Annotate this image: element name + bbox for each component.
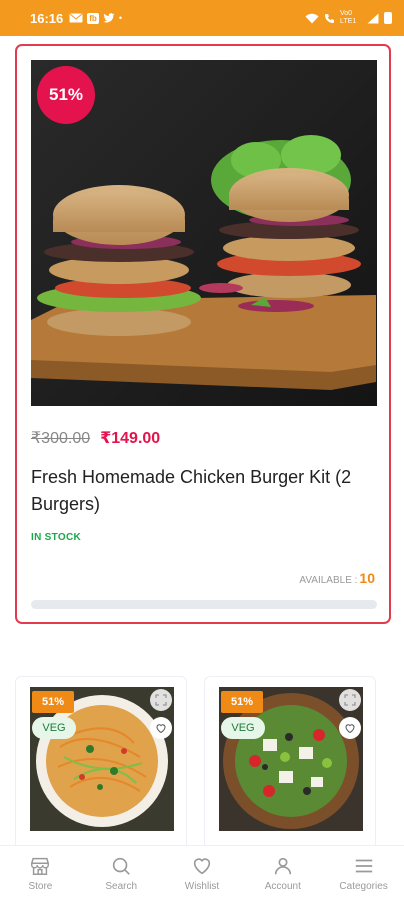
- nav-store[interactable]: Store: [0, 846, 81, 900]
- call-icon: [325, 13, 334, 23]
- expand-button[interactable]: [339, 689, 361, 711]
- availability-progress-bar: [31, 600, 377, 609]
- nav-categories[interactable]: Categories: [323, 846, 404, 900]
- search-icon: [113, 857, 131, 875]
- featured-product-card[interactable]: 51% ₹300.00 ₹149.00 Fresh Homemade Chick…: [15, 44, 391, 624]
- fb-badge-icon: fb: [87, 12, 99, 24]
- account-icon: [274, 857, 291, 874]
- discount-badge: 51%: [37, 66, 95, 124]
- availability: AVAILABLE : 10: [299, 570, 375, 586]
- wishlist-button[interactable]: [339, 717, 361, 739]
- sale-price: ₹149.00: [100, 430, 161, 447]
- nav-wishlist[interactable]: Wishlist: [162, 846, 243, 900]
- discount-badge: 51%: [32, 691, 74, 713]
- status-bar: 16:16 fb • Vo0 LTE1: [0, 0, 404, 36]
- nav-search[interactable]: Search: [81, 846, 162, 900]
- featured-product-image[interactable]: 51%: [31, 60, 377, 406]
- wishlist-button[interactable]: [150, 717, 172, 739]
- product-card[interactable]: 51% VEG: [15, 676, 187, 856]
- stock-status: IN STOCK: [31, 532, 81, 543]
- store-icon: [31, 857, 50, 875]
- bottom-navigation: Store Search Wishlist Account Categories: [0, 845, 404, 900]
- heart-icon: [156, 724, 166, 734]
- available-count: 10: [359, 570, 375, 586]
- discount-badge: 51%: [221, 691, 263, 713]
- expand-icon: [155, 694, 167, 706]
- expand-icon: [344, 694, 356, 706]
- nav-account[interactable]: Account: [242, 846, 323, 900]
- dot-indicator: •: [118, 13, 122, 23]
- available-label: AVAILABLE :: [299, 575, 358, 586]
- mail-badge-icon: [69, 13, 83, 23]
- expand-button[interactable]: [150, 689, 172, 711]
- product-card[interactable]: 51% VEG: [204, 676, 376, 856]
- status-system-icons: Vo0 LTE1: [305, 10, 392, 26]
- network-label: Vo0 LTE1: [340, 10, 357, 25]
- battery-icon: [384, 12, 392, 24]
- nav-search-label: Search: [105, 880, 138, 892]
- heart-icon: [193, 857, 211, 874]
- veg-badge: VEG: [221, 717, 265, 739]
- wifi-icon: [305, 13, 319, 23]
- product-title[interactable]: Fresh Homemade Chicken Burger Kit (2 Bur…: [31, 464, 377, 518]
- nav-wishlist-label: Wishlist: [184, 880, 220, 892]
- nav-store-label: Store: [28, 880, 53, 892]
- price-row: ₹300.00 ₹149.00: [31, 428, 160, 448]
- veg-badge: VEG: [32, 717, 76, 739]
- nav-account-label: Account: [264, 880, 301, 892]
- status-notification-icons: fb •: [69, 12, 122, 24]
- menu-icon: [355, 859, 372, 872]
- product-thumbnail[interactable]: 51% VEG: [30, 687, 174, 831]
- heart-icon: [345, 724, 355, 734]
- twitter-icon: [103, 13, 115, 23]
- original-price: ₹300.00: [31, 430, 91, 447]
- nav-categories-label: Categories: [339, 880, 388, 892]
- status-time: 16:16: [30, 10, 64, 26]
- signal-icon: [367, 13, 379, 23]
- product-thumbnail[interactable]: 51% VEG: [219, 687, 363, 831]
